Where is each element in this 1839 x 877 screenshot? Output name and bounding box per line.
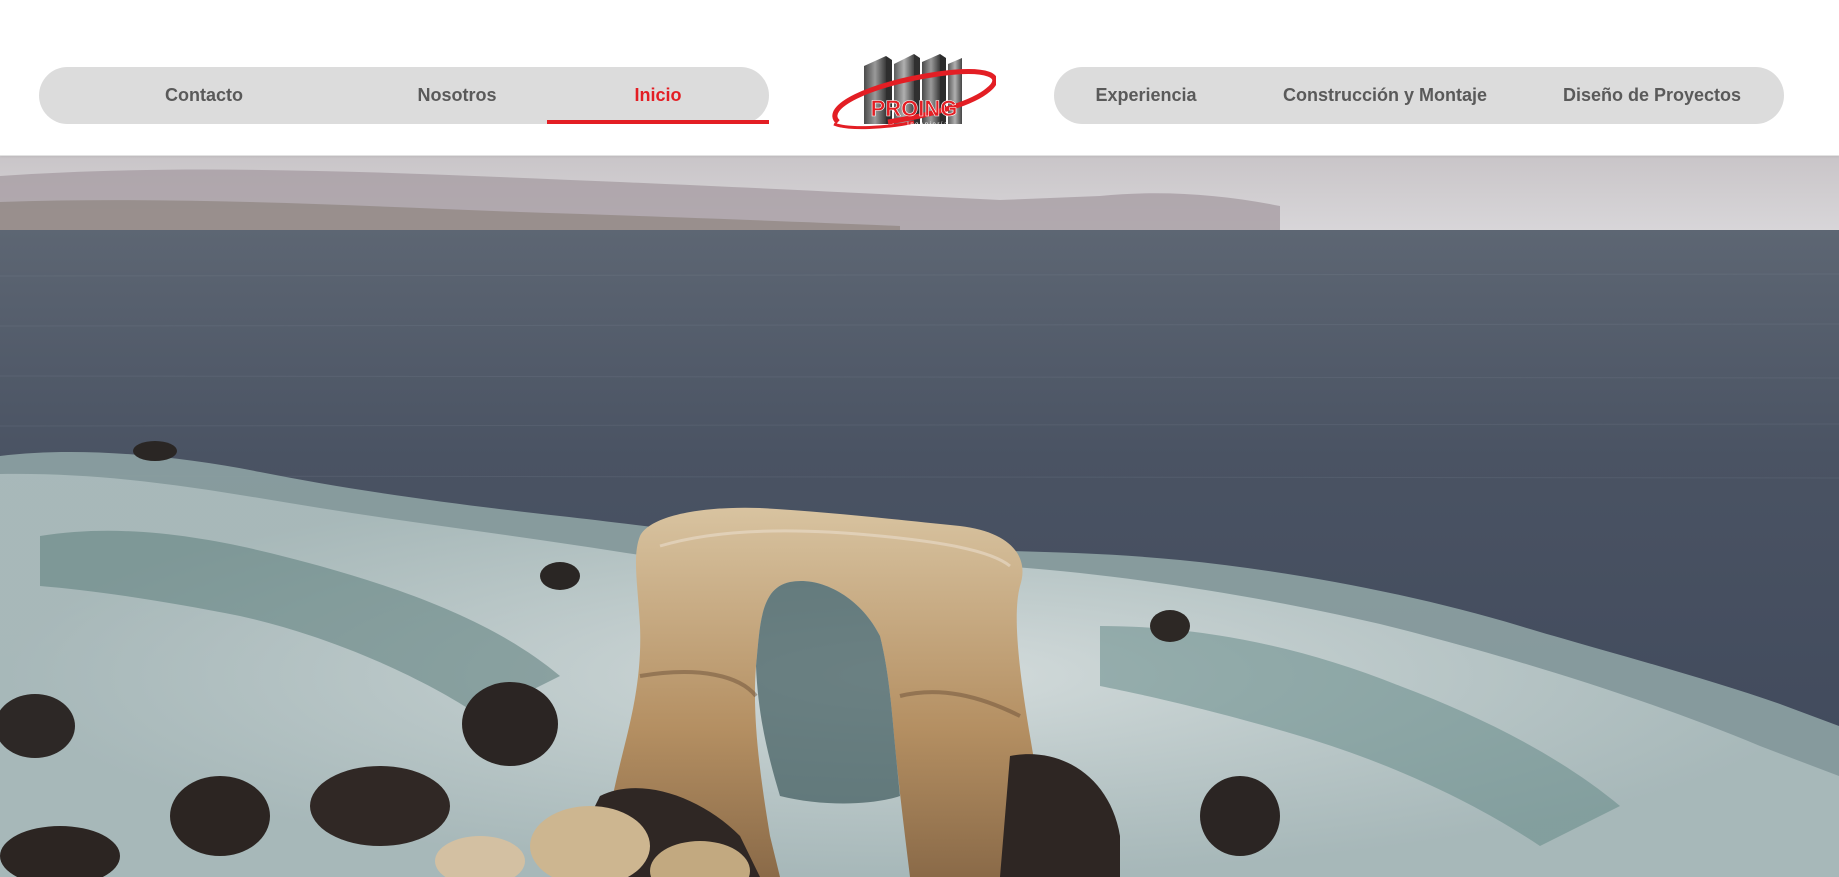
coastal-arch-photo [0, 156, 1839, 877]
logo-text: PROING [871, 96, 958, 121]
nav-left: Contacto Nosotros Inicio [39, 67, 769, 124]
logo-subtitle: Ingeniería [907, 122, 949, 128]
nav-item-contacto[interactable]: Contacto [79, 67, 329, 124]
hero-video [0, 156, 1839, 877]
nav-right: Experiencia Construcción y Montaje Diseñ… [1054, 67, 1784, 124]
nav-item-experiencia[interactable]: Experiencia [1054, 67, 1238, 124]
nav-item-construccion-montaje[interactable]: Construcción y Montaje [1254, 67, 1516, 124]
nav-item-diseno-proyectos[interactable]: Diseño de Proyectos [1532, 67, 1772, 124]
site-header: Contacto Nosotros Inicio PROING Ingenier… [0, 0, 1839, 156]
nav-item-inicio[interactable]: Inicio [547, 67, 769, 124]
proing-logo[interactable]: PROING Ingeniería [828, 50, 998, 130]
